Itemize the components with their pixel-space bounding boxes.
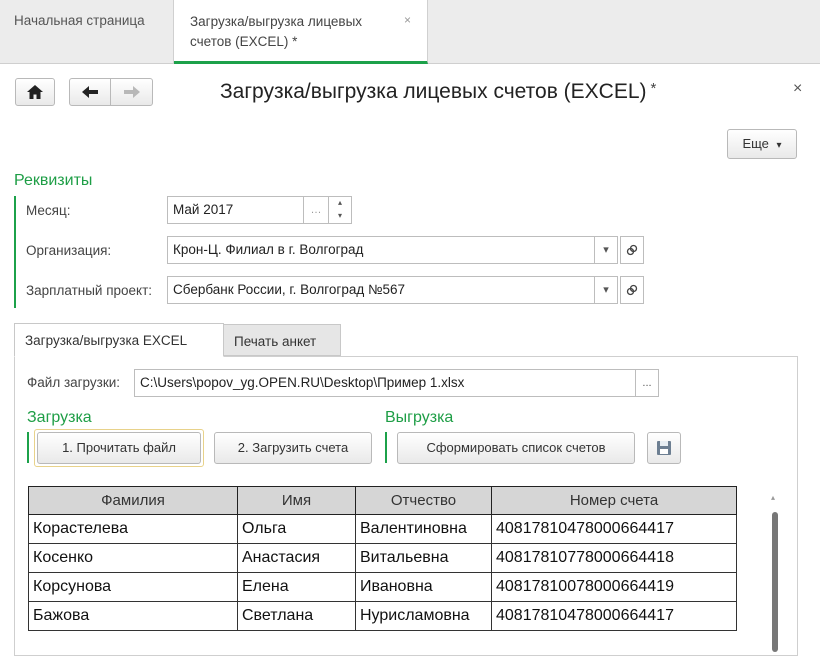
tab-active-label-line1: Загрузка/выгрузка лицевых bbox=[190, 14, 363, 29]
month-select-button[interactable]: … bbox=[303, 196, 329, 224]
accounts-table: Фамилия Имя Отчество Номер счета Корасте… bbox=[28, 486, 737, 631]
load-section-title: Загрузка bbox=[27, 409, 92, 426]
cell-name[interactable]: Елена bbox=[237, 572, 356, 602]
tab-excel-label: Загрузка/выгрузка EXCEL bbox=[25, 333, 188, 348]
modified-mark: * bbox=[650, 80, 657, 97]
cell-patronymic[interactable]: Витальевна bbox=[355, 543, 492, 573]
month-value: Май 2017 bbox=[173, 202, 234, 217]
month-label: Месяц: bbox=[26, 203, 71, 218]
arrow-right-icon bbox=[123, 86, 140, 98]
home-button[interactable] bbox=[15, 78, 55, 106]
table-row[interactable]: Косенко Анастасия Витальевна 40817810778… bbox=[28, 543, 737, 573]
column-header-patronymic[interactable]: Отчество bbox=[355, 486, 492, 515]
month-stepper[interactable]: ▴ ▾ bbox=[328, 196, 352, 224]
cell-account-number[interactable]: 40817810778000664418 bbox=[491, 543, 737, 573]
cell-account-number[interactable]: 40817810478000664417 bbox=[491, 514, 737, 544]
table-scrollbar-thumb[interactable] bbox=[772, 512, 778, 652]
organization-dropdown-button[interactable]: ▾ bbox=[594, 236, 618, 264]
requisites-section-title: Реквизиты bbox=[14, 172, 93, 189]
column-header-name[interactable]: Имя bbox=[237, 486, 356, 515]
tab-home-label: Начальная страница bbox=[14, 13, 145, 28]
stepper-up-icon[interactable]: ▴ bbox=[329, 197, 351, 210]
page-title-text: Загрузка/выгрузка лицевых счетов (EXCEL) bbox=[220, 80, 647, 103]
chevron-down-icon: ▾ bbox=[776, 140, 782, 151]
tab-print-forms[interactable]: Печать анкет bbox=[223, 324, 341, 356]
chevron-down-icon: ▾ bbox=[603, 244, 609, 256]
back-button[interactable] bbox=[69, 78, 111, 106]
cell-surname[interactable]: Косенко bbox=[28, 543, 238, 573]
scroll-up-icon[interactable]: ▴ bbox=[771, 493, 775, 502]
save-button[interactable] bbox=[647, 432, 681, 464]
table-row[interactable]: Корсунова Елена Ивановна 408178100780006… bbox=[28, 572, 737, 602]
forward-button[interactable] bbox=[110, 78, 153, 106]
cell-patronymic[interactable]: Валентиновна bbox=[355, 514, 492, 544]
tab-accounts-excel[interactable]: Загрузка/выгрузка лицевых счетов (EXCEL)… bbox=[174, 0, 428, 64]
cell-name[interactable]: Светлана bbox=[237, 601, 356, 631]
organization-value: Крон-Ц. Филиал в г. Волгоград bbox=[173, 242, 364, 257]
file-label: Файл загрузки: bbox=[27, 375, 121, 390]
form-close-icon[interactable]: × bbox=[793, 80, 802, 98]
cell-surname[interactable]: Корастелева bbox=[28, 514, 238, 544]
table-header-row: Фамилия Имя Отчество Номер счета bbox=[28, 486, 737, 515]
salary-project-value: Сбербанк России, г. Волгоград №567 bbox=[173, 282, 405, 297]
file-path-field[interactable]: C:\Users\popov_yg.OPEN.RU\Desktop\Пример… bbox=[134, 369, 636, 397]
more-button[interactable]: Еще ▾ bbox=[727, 129, 797, 159]
floppy-disk-icon bbox=[657, 441, 671, 455]
column-header-surname[interactable]: Фамилия bbox=[28, 486, 238, 515]
column-header-account-number[interactable]: Номер счета bbox=[491, 486, 737, 515]
tab-excel[interactable]: Загрузка/выгрузка EXCEL bbox=[14, 323, 224, 357]
stepper-down-icon[interactable]: ▾ bbox=[329, 210, 351, 223]
read-file-button-label: 1. Прочитать файл bbox=[62, 440, 176, 455]
cell-surname[interactable]: Корсунова bbox=[28, 572, 238, 602]
table-row[interactable]: Бажова Светлана Нурисламовна 40817810478… bbox=[28, 601, 737, 631]
load-accounts-button[interactable]: 2. Загрузить счета bbox=[214, 432, 372, 464]
link-icon bbox=[626, 244, 638, 256]
cell-account-number[interactable]: 40817810078000664419 bbox=[491, 572, 737, 602]
link-icon bbox=[626, 284, 638, 296]
table-row[interactable]: Корастелева Ольга Валентиновна 408178104… bbox=[28, 514, 737, 544]
form-accounts-list-button-label: Сформировать список счетов bbox=[426, 440, 606, 455]
salary-project-label: Зарплатный проект: bbox=[26, 283, 153, 298]
organization-field[interactable]: Крон-Ц. Филиал в г. Волгоград bbox=[167, 236, 595, 264]
organization-open-button[interactable] bbox=[620, 236, 644, 264]
page-title: Загрузка/выгрузка лицевых счетов (EXCEL)… bbox=[220, 80, 656, 104]
organization-label: Организация: bbox=[26, 243, 112, 258]
cell-name[interactable]: Ольга bbox=[237, 514, 356, 544]
cell-patronymic[interactable]: Ивановна bbox=[355, 572, 492, 602]
browse-file-button[interactable]: ... bbox=[635, 369, 659, 397]
month-field[interactable]: Май 2017 bbox=[167, 196, 304, 224]
tab-active-label-line2: счетов (EXCEL) * bbox=[190, 34, 298, 49]
tab-home[interactable]: Начальная страница bbox=[0, 0, 174, 64]
chevron-down-icon: ▾ bbox=[603, 284, 609, 296]
load-accounts-button-label: 2. Загрузить счета bbox=[237, 440, 349, 455]
salary-project-field[interactable]: Сбербанк России, г. Волгоград №567 bbox=[167, 276, 595, 304]
unload-group-bar bbox=[385, 432, 387, 463]
cell-account-number[interactable]: 40817810478000664417 bbox=[491, 601, 737, 631]
more-button-label: Еще bbox=[742, 136, 769, 151]
load-group-bar bbox=[27, 432, 29, 463]
salary-project-open-button[interactable] bbox=[620, 276, 644, 304]
file-path-value: C:\Users\popov_yg.OPEN.RU\Desktop\Пример… bbox=[140, 375, 465, 390]
arrow-left-icon bbox=[82, 86, 98, 98]
unload-section-title: Выгрузка bbox=[385, 409, 454, 426]
read-file-button[interactable]: 1. Прочитать файл bbox=[37, 432, 201, 464]
salary-project-dropdown-button[interactable]: ▾ bbox=[594, 276, 618, 304]
requisites-group-bar bbox=[14, 196, 16, 308]
home-icon bbox=[27, 85, 43, 99]
browse-file-label: ... bbox=[642, 377, 652, 389]
tab-close-icon[interactable]: × bbox=[404, 10, 411, 30]
form-accounts-list-button[interactable]: Сформировать список счетов bbox=[397, 432, 635, 464]
cell-patronymic[interactable]: Нурисламовна bbox=[355, 601, 492, 631]
cell-surname[interactable]: Бажова bbox=[28, 601, 238, 631]
tab-print-forms-label: Печать анкет bbox=[234, 334, 317, 349]
cell-name[interactable]: Анастасия bbox=[237, 543, 356, 573]
